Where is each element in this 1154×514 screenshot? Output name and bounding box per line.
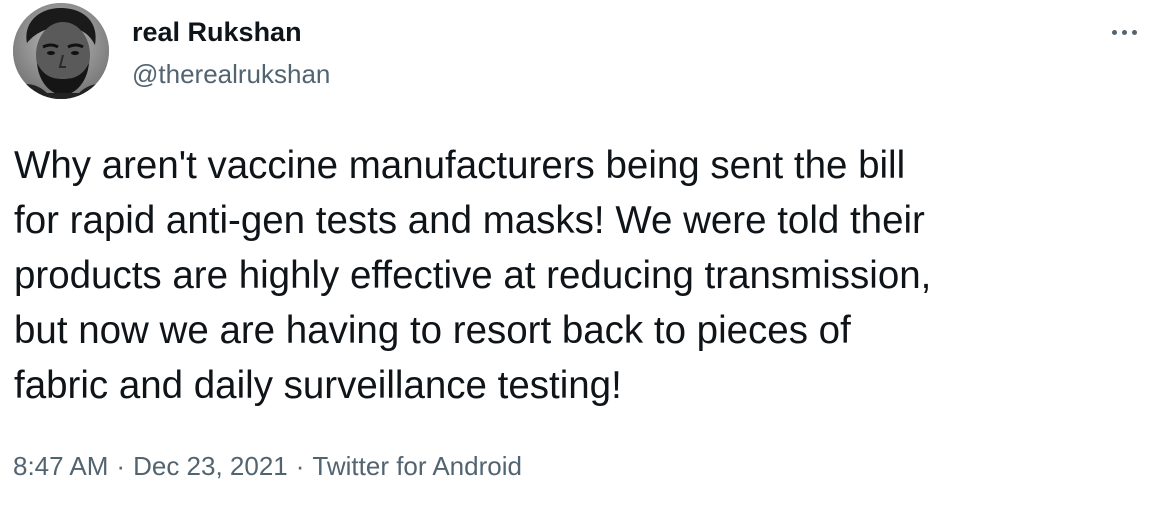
- tweet-metadata: 8:47 AM · Dec 23, 2021 · Twitter for Android: [13, 449, 522, 483]
- tweet-time[interactable]: 8:47 AM: [13, 451, 108, 481]
- tweet-date[interactable]: Dec 23, 2021: [133, 451, 288, 481]
- tweet-text-line: but now we are having to resort back to …: [14, 309, 851, 352]
- tweet-text-line: for rapid anti-gen tests and masks! We w…: [14, 199, 925, 242]
- tweet-text-line: fabric and daily surveillance testing!: [14, 364, 622, 407]
- tweet-text-line: Why aren't vaccine manufacturers being s…: [14, 144, 906, 187]
- tweet-text: Why aren't vaccine manufacturers being s…: [14, 138, 1139, 413]
- more-horizontal-icon: [1121, 29, 1127, 35]
- avatar[interactable]: [13, 3, 109, 99]
- more-horizontal-icon: [1111, 29, 1117, 35]
- tweet-source-link[interactable]: Twitter for Android: [312, 451, 522, 481]
- more-horizontal-icon: [1131, 29, 1137, 35]
- profile-photo-avatar-icon: [13, 3, 109, 99]
- author-display-name[interactable]: real Rukshan: [132, 16, 302, 48]
- meta-separator: ·: [116, 451, 126, 481]
- meta-separator: ·: [295, 451, 305, 481]
- tweet-card: real Rukshan @therealrukshan Why aren't …: [0, 0, 1154, 514]
- author-handle[interactable]: @therealrukshan: [132, 58, 330, 90]
- more-options-button[interactable]: [1104, 22, 1144, 42]
- tweet-text-line: products are highly effective at reducin…: [14, 254, 932, 297]
